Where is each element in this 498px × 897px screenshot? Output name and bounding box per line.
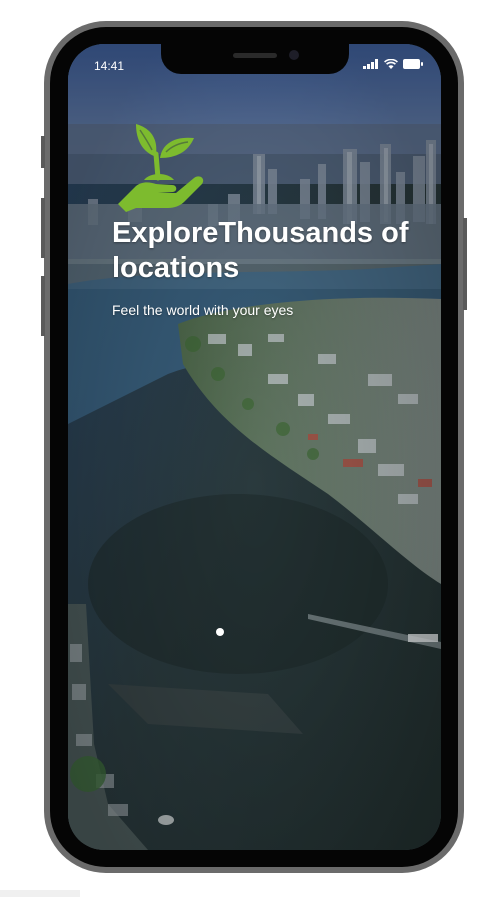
notch — [161, 44, 349, 74]
app-screen[interactable]: 14:41 ExploreThousands of locations Feel… — [68, 44, 441, 850]
page-indicator-dot-active[interactable] — [216, 628, 224, 636]
status-icons — [363, 59, 423, 69]
wifi-icon — [384, 59, 398, 69]
earpiece-speaker — [233, 53, 277, 58]
cellular-signal-icon — [363, 59, 378, 69]
status-time: 14:41 — [94, 59, 125, 73]
volume-up-button — [41, 198, 45, 258]
power-button — [463, 218, 467, 310]
onboarding-subheadline: Feel the world with your eyes — [112, 302, 294, 318]
bottom-edge-artifact — [0, 890, 80, 897]
page: 14:41 ExploreThousands of locations Feel… — [0, 0, 498, 897]
plant-in-hand-icon — [118, 124, 204, 212]
onboarding-headline: ExploreThousands of locations — [112, 217, 409, 284]
silent-switch — [41, 136, 45, 168]
front-camera — [289, 50, 299, 60]
battery-icon — [403, 59, 423, 69]
volume-down-button — [41, 276, 45, 336]
